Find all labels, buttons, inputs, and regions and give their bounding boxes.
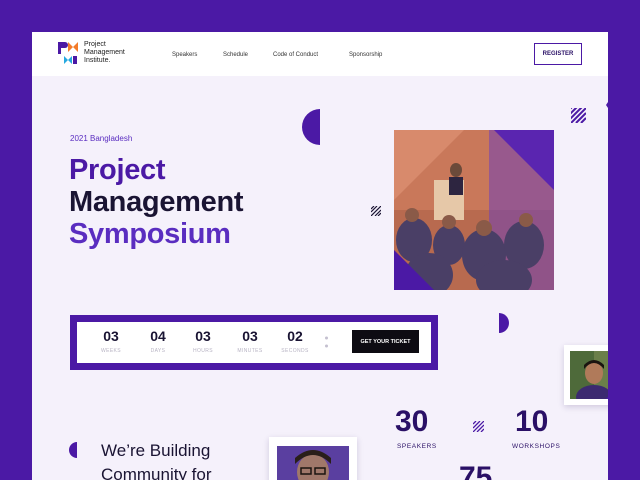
half-circle-shape (302, 109, 320, 145)
hero-photo (394, 130, 554, 290)
corner-marker-shape (606, 102, 608, 108)
about-heading-line-1: We’re Building (101, 441, 211, 460)
logo-line-3: Institute. (84, 57, 111, 64)
logo-line-2: Management (84, 49, 125, 56)
countdown-seconds-label: SECONDS (281, 348, 309, 354)
stat-speakers-label: SPEAKERS (397, 443, 437, 450)
hero-title-line-1: Project (69, 154, 166, 186)
countdown-weeks-value: 03 (103, 328, 119, 344)
stat-workshops-label: WORKSHOPS (512, 443, 561, 450)
about-heading: We’re Building Community for (101, 439, 212, 480)
stat-third-value: 75 (459, 461, 493, 480)
countdown-seconds-value: 02 (287, 328, 303, 344)
get-ticket-button[interactable]: GET YOUR TICKET (352, 330, 419, 353)
countdown-bar: 03 WEEKS 04 DAYS 03 HOURS 03 MINUTES 02 … (70, 315, 438, 370)
pmi-logo-icon[interactable] (58, 42, 78, 66)
countdown-weeks: 03 WEEKS (94, 328, 128, 354)
speaker-avatar-2 (277, 446, 349, 480)
countdown-minutes: 03 MINUTES (233, 328, 267, 354)
countdown-seconds: 02 SECONDS (278, 328, 312, 354)
about-heading-line-2: Community for (101, 465, 212, 480)
stat-workshops-value: 10 (515, 405, 549, 438)
hero-title-line-2: Management (69, 186, 244, 218)
countdown-panel: 03 WEEKS 04 DAYS 03 HOURS 03 MINUTES 02 … (77, 322, 431, 363)
nav-link-sponsorship[interactable]: Sponsorship (349, 52, 382, 58)
striped-square-small-icon (371, 206, 381, 216)
top-navbar: Project Management Institute. Speakers S… (32, 32, 608, 76)
hero-title: Project Management Symposium (69, 154, 244, 250)
countdown-hours-label: HOURS (192, 348, 214, 354)
striped-square-stats-icon (473, 421, 484, 432)
stat-speakers-value: 30 (395, 405, 429, 438)
countdown-hours: 03 HOURS (186, 328, 220, 354)
logo-line-1: Project (84, 41, 106, 48)
page-canvas: Project Management Institute. Speakers S… (32, 32, 608, 480)
speaker-avatar-card-2[interactable] (269, 437, 357, 480)
register-button[interactable]: REGISTER (534, 43, 582, 65)
nav-link-schedule[interactable]: Schedule (223, 52, 248, 58)
countdown-days-value: 04 (150, 328, 166, 344)
countdown-weeks-label: WEEKS (100, 348, 122, 354)
logo-wordmark[interactable]: Project Management Institute. (84, 41, 125, 65)
half-circle-tiny-shape (69, 442, 77, 458)
countdown-minutes-label: MINUTES (237, 348, 263, 354)
countdown-days: 04 DAYS (141, 328, 175, 354)
striped-square-icon (571, 108, 586, 123)
speaker-avatar-card[interactable] (564, 345, 608, 405)
countdown-minutes-value: 03 (242, 328, 258, 344)
nav-link-speakers[interactable]: Speakers (172, 52, 197, 58)
countdown-hours-value: 03 (195, 328, 211, 344)
countdown-days-label: DAYS (150, 348, 166, 354)
speaker-avatar (570, 351, 608, 399)
half-circle-small-shape (499, 313, 509, 333)
hero-eyebrow: 2021 Bangladesh (70, 134, 133, 143)
nav-link-code-of-conduct[interactable]: Code of Conduct (273, 52, 318, 58)
hero-title-line-3: Symposium (69, 218, 231, 250)
colon-separator-icon (325, 336, 328, 348)
